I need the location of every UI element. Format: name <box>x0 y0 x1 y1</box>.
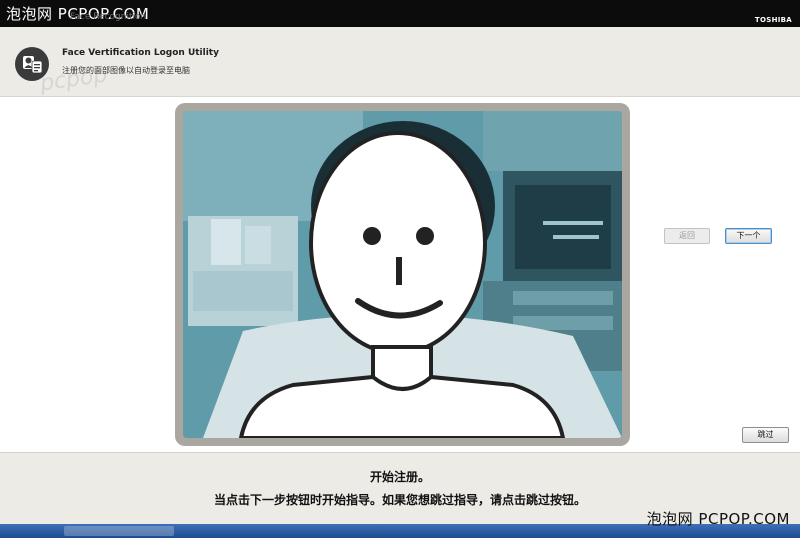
brand-logo: TOSHIBA <box>754 16 792 24</box>
camera-frame <box>175 103 630 446</box>
app-subtitle: 注册您的面部图像以自动登录至电脑 <box>62 66 190 75</box>
camera-preview <box>183 111 622 438</box>
window-title: Face Recognition <box>70 12 147 22</box>
instruction-text: 当点击下一步按钮时开始指导。如果您想跳过指导，请点击跳过按钮。 <box>213 493 586 507</box>
user-face-icon <box>15 47 49 81</box>
window-titlebar: 泡泡网 PCPOP.COM Face Recognition TOSHIBA <box>0 0 800 27</box>
taskbar-item[interactable] <box>64 526 174 536</box>
instruction-heading: 开始注册。 <box>369 470 430 484</box>
main-content: 返回 下一个 跳过 <box>0 98 800 452</box>
app-title: Face Vertification Logon Utility <box>62 48 219 58</box>
skip-button[interactable]: 跳过 <box>742 427 789 443</box>
app-header: pcpop Face Vertification Logon Utility 注… <box>0 27 800 97</box>
watermark-bottom: 泡泡网 PCPOP.COM <box>646 510 790 528</box>
camera-scene <box>183 111 622 438</box>
back-button[interactable]: 返回 <box>664 228 710 244</box>
next-button[interactable]: 下一个 <box>725 228 772 244</box>
